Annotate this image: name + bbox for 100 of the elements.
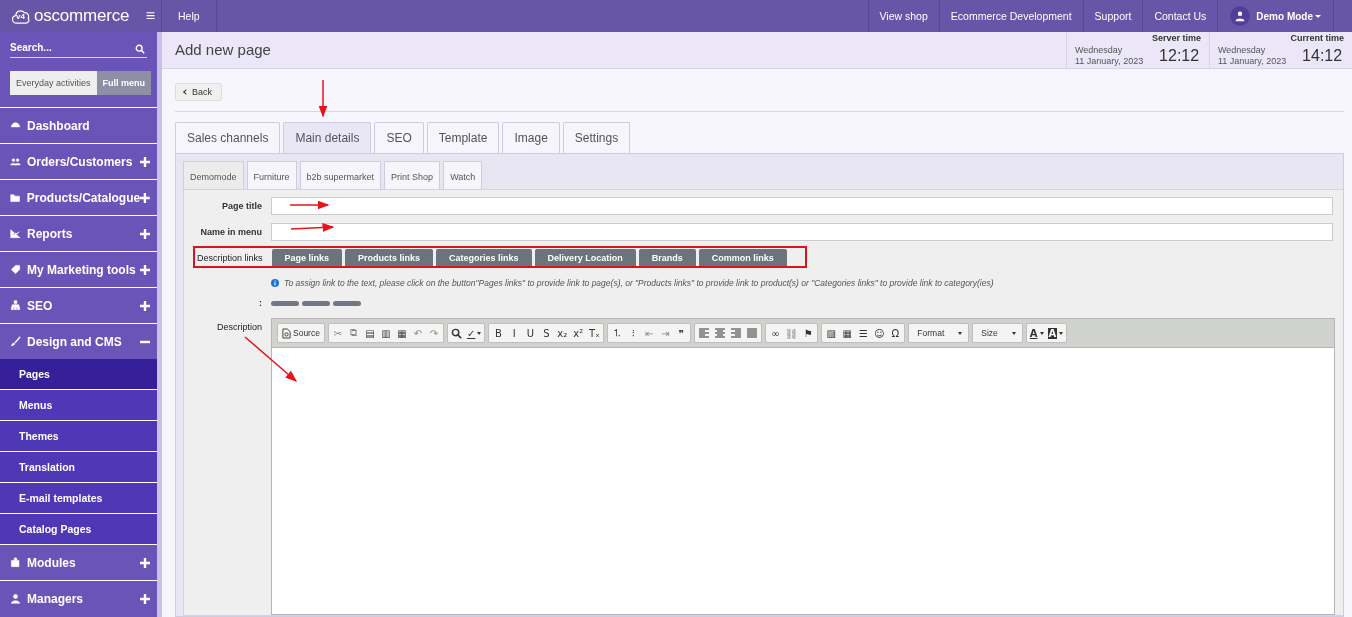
- toolbar-button[interactable]: ☰: [855, 325, 872, 341]
- store-tab[interactable]: Demomode: [183, 161, 244, 189]
- store-tab[interactable]: Watch: [443, 161, 483, 189]
- store-tab[interactable]: b2b supermarket: [299, 161, 382, 189]
- toolbar-button[interactable]: ▨: [823, 325, 840, 341]
- tab[interactable]: Settings: [562, 122, 631, 153]
- annotation-arrow: [318, 79, 328, 118]
- search-icon: [135, 44, 145, 54]
- sidebar-item[interactable]: Orders/Customers: [0, 143, 157, 179]
- menu-mode-toggle[interactable]: Everyday activities: [10, 71, 97, 95]
- toolbar-dropdown[interactable]: Format: [910, 325, 968, 341]
- tab[interactable]: Sales channels: [175, 122, 281, 153]
- page-title-field[interactable]: [271, 197, 1333, 215]
- field-label: Description links: [197, 253, 264, 263]
- chart-icon: [10, 228, 21, 239]
- sidebar-item[interactable]: SEO: [0, 287, 157, 323]
- toolbar-button[interactable]: ❞: [673, 325, 690, 341]
- user-icon: [10, 593, 21, 604]
- logo[interactable]: v4 oscommerce: [12, 6, 130, 26]
- sidebar-subitem[interactable]: Pages: [0, 359, 157, 389]
- toolbar-button[interactable]: ⒈: [609, 325, 626, 341]
- sidebar-item[interactable]: Managers: [0, 580, 157, 616]
- toolbar-button[interactable]: Ω: [887, 325, 904, 341]
- folder-icon: [10, 192, 21, 203]
- toolbar-menu-button[interactable]: A: [1027, 325, 1046, 341]
- info-icon: [271, 279, 279, 287]
- field-label: Name in menu: [199, 227, 263, 237]
- info-text: To assign link to the text, please click on the button"Pages links" to provide link to page(s), or "Products links" to provide link to product(s) or "Categories links" to provide link to category(ies): [284, 278, 994, 288]
- sidebar-subitem[interactable]: Menus: [0, 389, 157, 420]
- link-button[interactable]: Products links: [345, 249, 434, 267]
- sidebar-subitem[interactable]: Themes: [0, 420, 157, 451]
- toolbar-button[interactable]: x²: [570, 325, 587, 341]
- page-title: Add new page: [174, 40, 272, 60]
- cloud-logo-icon: [12, 7, 31, 25]
- toolbar-button[interactable]: ⚑: [800, 325, 817, 341]
- store-tab[interactable]: Print Shop: [384, 161, 441, 189]
- users-icon: [10, 156, 21, 167]
- link-button[interactable]: Common links: [698, 249, 787, 267]
- sidebar-item[interactable]: Products/Catalogue: [0, 179, 157, 215]
- dashboard-icon: [10, 120, 21, 131]
- caret-icon: [1315, 14, 1321, 18]
- annotation-arrow: [289, 200, 330, 210]
- sidebar-subitem[interactable]: E-mail templates: [0, 482, 157, 513]
- toolbar-button[interactable]: ▦: [839, 325, 856, 341]
- menu-name-field[interactable]: [271, 223, 1333, 241]
- toolbar-button[interactable]: x₂: [554, 325, 571, 341]
- tag-icon: [10, 264, 21, 275]
- sidebar-item[interactable]: My Marketing tools: [0, 251, 157, 287]
- toolbar-button[interactable]: Tₓ: [586, 325, 603, 341]
- toolbar-button[interactable]: I: [506, 325, 523, 341]
- puzzle-icon: [10, 557, 21, 568]
- toolbar-button[interactable]: ▦: [393, 325, 410, 341]
- annotation-arrow: [244, 336, 298, 382]
- toolbar-button[interactable]: ∞: [767, 325, 784, 341]
- brush-icon: [10, 336, 21, 347]
- toolbar-menu-button[interactable]: ✓: [464, 325, 484, 341]
- toolbar-button[interactable]: S: [538, 325, 555, 341]
- toolbar-button[interactable]: ⁝: [625, 325, 642, 341]
- link-button[interactable]: Brands: [638, 249, 696, 267]
- source-button[interactable]: Source: [279, 325, 323, 341]
- loading-bar: [302, 300, 330, 306]
- toolbar-button[interactable]: ▤: [361, 325, 378, 341]
- user-name: Demo Mode: [1256, 10, 1313, 22]
- sidebar-item[interactable]: Reports: [0, 215, 157, 251]
- back-button[interactable]: Back: [175, 83, 222, 101]
- link-button[interactable]: Delivery Location: [534, 249, 636, 267]
- toolbar-dropdown[interactable]: Size: [974, 325, 1021, 341]
- sidebar-subitem[interactable]: Translation: [0, 451, 157, 482]
- toolbar-button[interactable]: U: [522, 325, 539, 341]
- clock-label: Current time: [1289, 33, 1344, 45]
- annotation-arrow: [290, 223, 335, 232]
- version-label: v4: [16, 12, 25, 21]
- link-button[interactable]: Categories links: [436, 249, 532, 267]
- toolbar-button[interactable]: B: [490, 325, 507, 341]
- toolbar-button[interactable]: ▥: [377, 325, 394, 341]
- clock-date: 11 January, 2023: [1218, 56, 1288, 68]
- tab[interactable]: Template: [426, 122, 500, 153]
- store-tab[interactable]: Furniture: [246, 161, 297, 189]
- search-field[interactable]: Search...: [10, 42, 147, 58]
- field-label: :: [258, 298, 263, 308]
- sidebar-item[interactable]: Dashboard: [0, 107, 157, 143]
- clock-time: 14:12: [1302, 47, 1344, 66]
- toolbar-button[interactable]: ☺: [871, 325, 888, 341]
- tab[interactable]: SEO: [374, 122, 424, 153]
- tab[interactable]: Image: [502, 122, 560, 153]
- loading-bar: [333, 300, 361, 306]
- field-label: Page title: [221, 201, 263, 211]
- clock-day: Wednesday: [1075, 44, 1146, 57]
- loading-bar: [271, 300, 299, 306]
- sidebar-subitem[interactable]: Catalog Pages: [0, 513, 157, 544]
- field-label: Description: [215, 321, 263, 332]
- document-icon: [282, 327, 291, 339]
- tab[interactable]: Main details: [283, 122, 372, 153]
- sitemap-icon: [10, 300, 21, 311]
- clock-date: 11 January, 2023: [1075, 56, 1145, 68]
- clock-day: Wednesday: [1218, 44, 1289, 57]
- toolbar-menu-button[interactable]: A: [1045, 325, 1066, 341]
- sidebar-item[interactable]: Modules: [0, 544, 157, 580]
- link-button[interactable]: Page links: [271, 249, 343, 267]
- menu-button[interactable]: ≡: [145, 7, 155, 25]
